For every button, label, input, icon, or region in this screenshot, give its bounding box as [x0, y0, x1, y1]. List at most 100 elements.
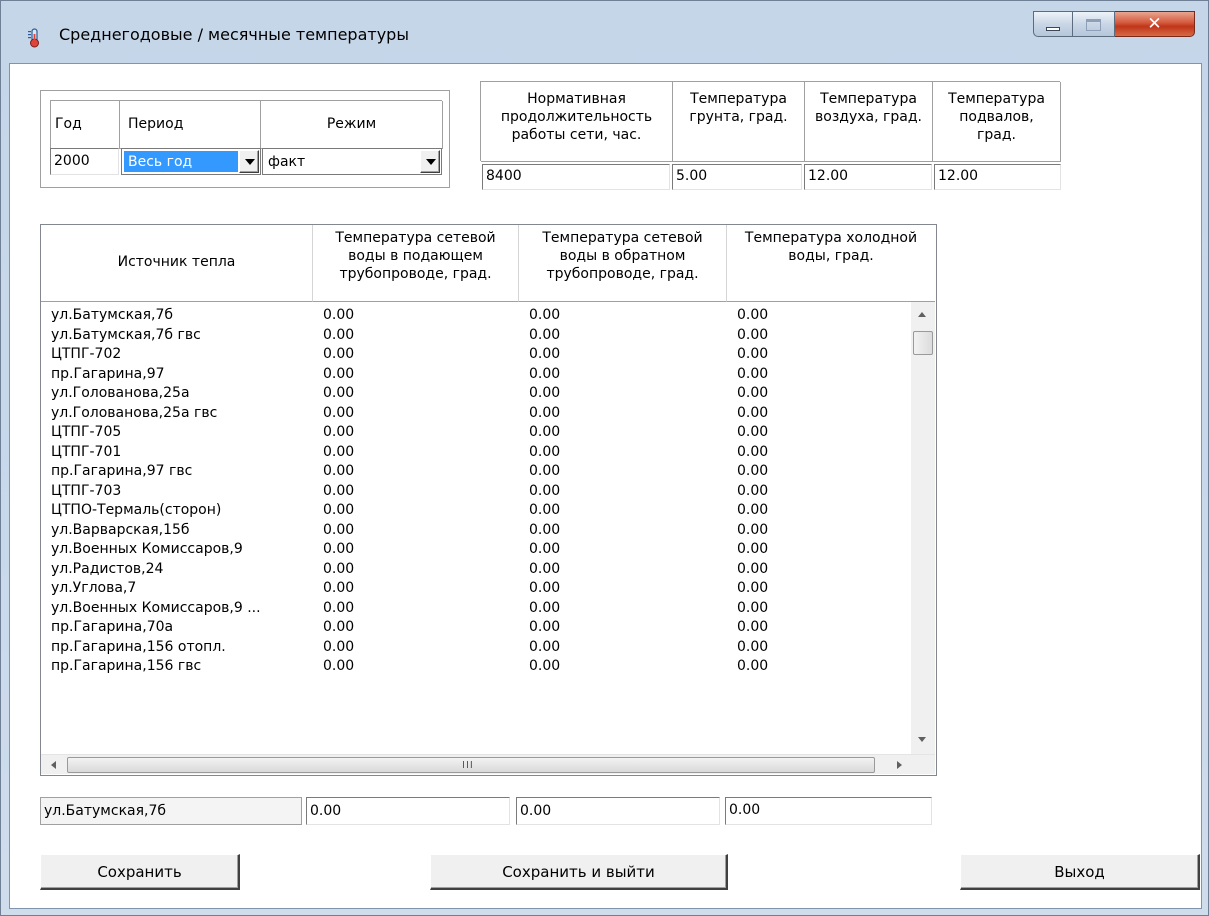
source-cell: ул.Радистов,24 — [51, 560, 164, 577]
table-row[interactable]: ул.Голованова,25а гвс 0.00 0.00 0.00 — [41, 404, 911, 423]
return-cell: 0.00 — [529, 307, 561, 323]
supply-cell: 0.00 — [323, 443, 355, 460]
source-cell: пр.Гагарина,97 гвс — [51, 463, 193, 479]
scroll-up-icon[interactable] — [918, 312, 926, 317]
supply-cell: 0.00 — [323, 404, 355, 421]
table-row[interactable]: пр.Гагарина,97 0.00 0.00 0.00 — [41, 365, 911, 384]
supply-cell: 0.00 — [323, 599, 355, 616]
table-row[interactable]: ЦТПГ-703 0.00 0.00 0.00 — [41, 482, 911, 501]
supply-cell: 0.00 — [323, 619, 355, 635]
source-cell: ул.Варварская,15б — [51, 521, 190, 538]
vertical-scroll-thumb[interactable] — [913, 331, 933, 355]
cold-cell: 0.00 — [737, 580, 769, 596]
table-row[interactable]: ул.Голованова,25а 0.00 0.00 0.00 — [41, 384, 911, 403]
table-row[interactable]: ул.Радистов,24 0.00 0.00 0.00 — [41, 560, 911, 579]
table-row[interactable]: ЦТПО-Термаль(сторон) 0.00 0.00 0.00 — [41, 501, 911, 520]
column-header-return[interactable]: Температура сетевой воды в обратном труб… — [519, 225, 727, 302]
table-row[interactable]: ЦТПГ-701 0.00 0.00 0.00 — [41, 443, 911, 462]
air-temp-header: Температура воздуха, град. — [805, 82, 933, 162]
table-row[interactable]: ул.Углова,7 0.00 0.00 0.00 — [41, 579, 911, 598]
source-cell: ул.Военных Комиссаров,9 ... — [51, 599, 261, 616]
source-cell: ЦТПГ-702 — [51, 346, 122, 362]
maximize-button[interactable] — [1073, 11, 1115, 37]
table-row[interactable]: пр.Гагарина,70а 0.00 0.00 0.00 — [41, 618, 911, 637]
cold-cell: 0.00 — [737, 385, 769, 401]
column-header-cold-line1: Температура холодной — [744, 230, 918, 246]
basement-temp-input[interactable]: 12.00 — [934, 164, 1061, 190]
table-row[interactable]: ул.Варварская,15б 0.00 0.00 0.00 — [41, 521, 911, 540]
source-cell: ул.Военных Комиссаров,9 — [51, 541, 243, 557]
return-cell: 0.00 — [529, 599, 561, 616]
basement-temp-header-line1: Температура — [948, 91, 1045, 107]
year-label: Год — [51, 101, 120, 149]
close-button[interactable]: ✕ — [1115, 11, 1195, 37]
return-cell: 0.00 — [529, 521, 561, 538]
period-dropdown-button[interactable] — [239, 150, 259, 173]
source-cell: пр.Гагарина,70а — [51, 619, 174, 635]
table-row[interactable]: пр.Гагарина,156 гвс 0.00 0.00 0.00 — [41, 657, 911, 676]
column-header-source[interactable]: Источник тепла — [41, 225, 313, 302]
save-and-exit-button[interactable]: Сохранить и выйти — [430, 854, 728, 890]
return-cell: 0.00 — [529, 443, 561, 460]
source-cell: ул.Батумская,7б гвс — [51, 326, 201, 343]
minimize-button[interactable] — [1033, 11, 1073, 37]
grip-icon: III — [462, 760, 474, 771]
table-row[interactable]: ул.Военных Комиссаров,9 ... 0.00 0.00 0.00 — [41, 599, 911, 618]
scroll-right-icon[interactable] — [897, 761, 902, 769]
table-row[interactable]: ЦТПГ-705 0.00 0.00 0.00 — [41, 423, 911, 442]
cold-cell: 0.00 — [737, 404, 769, 421]
period-select[interactable]: Весь год — [121, 148, 261, 175]
exit-button[interactable]: Выход — [960, 854, 1200, 890]
supply-cell: 0.00 — [323, 658, 355, 674]
mode-dropdown-button[interactable] — [420, 150, 440, 173]
title-bar[interactable]: Среднегодовые / месячные температуры ✕ — [1, 1, 1209, 63]
column-header-cold[interactable]: Температура холодной воды, град. — [727, 225, 935, 302]
return-cell: 0.00 — [529, 424, 561, 440]
column-header-return-line1: Температура сетевой — [542, 230, 703, 246]
source-cell: пр.Гагарина,156 гвс — [51, 658, 202, 674]
column-header-supply[interactable]: Температура сетевой воды в подающем труб… — [313, 225, 519, 302]
cold-cell: 0.00 — [737, 560, 769, 577]
selected-return-input[interactable]: 0.00 — [516, 797, 720, 825]
mode-select[interactable]: факт — [262, 148, 442, 175]
ground-temp-input[interactable]: 5.00 — [672, 164, 802, 190]
column-header-return-line3: трубопроводе, град. — [546, 266, 699, 282]
window-title: Среднегодовые / месячные температуры — [59, 25, 409, 44]
return-cell: 0.00 — [529, 365, 561, 382]
horizontal-scroll-thumb[interactable]: III — [67, 757, 875, 773]
supply-cell: 0.00 — [323, 346, 355, 362]
table-row[interactable]: ЦТПГ-702 0.00 0.00 0.00 — [41, 345, 911, 364]
source-cell: ЦТПГ-705 — [51, 424, 122, 440]
vertical-scrollbar[interactable] — [911, 302, 935, 754]
selected-cold-input[interactable]: 0.00 — [725, 797, 932, 825]
column-header-supply-line2: воды в подающем — [348, 248, 483, 264]
year-input[interactable]: 2000 — [50, 148, 119, 175]
return-cell: 0.00 — [529, 482, 561, 499]
air-temp-input[interactable]: 12.00 — [804, 164, 932, 190]
table-body[interactable]: ул.Батумская,7б 0.00 0.00 0.00 ул.Батумская,… — [41, 302, 911, 754]
cold-cell: 0.00 — [737, 541, 769, 557]
table-row[interactable]: ул.Военных Комиссаров,9 0.00 0.00 0.00 — [41, 540, 911, 559]
cold-cell: 0.00 — [737, 658, 769, 674]
scroll-left-icon[interactable] — [51, 761, 56, 769]
return-cell: 0.00 — [529, 502, 561, 518]
table-row[interactable]: пр.Гагарина,97 гвс 0.00 0.00 0.00 — [41, 462, 911, 481]
cold-cell: 0.00 — [737, 599, 769, 616]
save-button[interactable]: Сохранить — [40, 854, 240, 890]
table-row[interactable]: ул.Батумская,7б 0.00 0.00 0.00 — [41, 306, 911, 325]
ground-temp-header-line1: Температура — [690, 91, 787, 107]
selected-supply-input[interactable]: 0.00 — [306, 797, 510, 825]
mode-label: Режим — [261, 101, 443, 149]
horizontal-scrollbar[interactable]: III — [41, 754, 935, 774]
source-cell: ЦТПГ-701 — [51, 443, 122, 460]
thermometer-icon — [28, 28, 39, 48]
source-cell: пр.Гагарина,156 отопл. — [51, 638, 226, 655]
table-row[interactable]: пр.Гагарина,156 отопл. 0.00 0.00 0.00 — [41, 638, 911, 657]
scroll-down-icon[interactable] — [918, 737, 926, 742]
norm-hours-input[interactable]: 8400 — [482, 164, 670, 190]
cold-cell: 0.00 — [737, 638, 769, 655]
cold-cell: 0.00 — [737, 307, 769, 323]
supply-cell: 0.00 — [323, 541, 355, 557]
table-row[interactable]: ул.Батумская,7б гвс 0.00 0.00 0.00 — [41, 326, 911, 345]
cold-cell: 0.00 — [737, 424, 769, 440]
